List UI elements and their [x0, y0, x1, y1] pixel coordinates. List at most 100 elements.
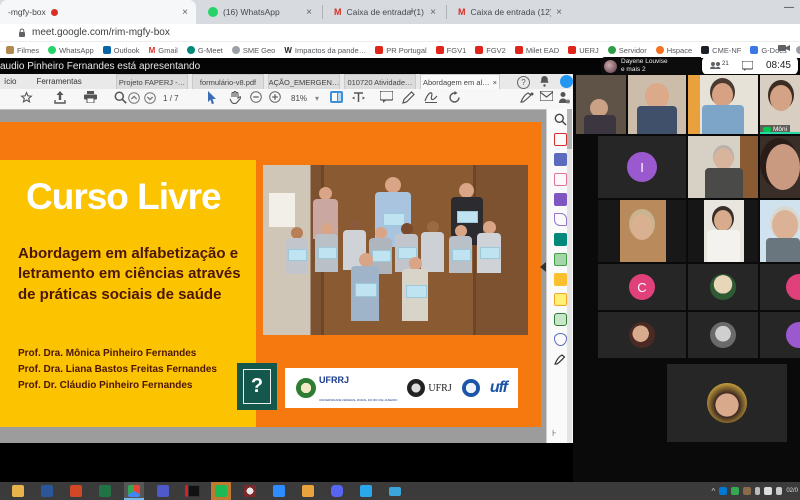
export-pdf-icon[interactable]	[554, 133, 567, 146]
taskbar-excel[interactable]	[95, 482, 115, 500]
participants-names-pill[interactable]: Dayene Louvisee mais 2	[601, 57, 701, 75]
menu-tools[interactable]: Ferramentas	[26, 77, 91, 86]
zoom-level-field[interactable]: 81%	[291, 94, 307, 103]
bookmark-prportugal[interactable]: PR Portugal	[375, 46, 426, 55]
taskbar-mail[interactable]	[385, 482, 405, 500]
search-icon[interactable]	[114, 91, 127, 104]
signature-icon[interactable]	[424, 91, 438, 103]
help-icon[interactable]: ?	[517, 76, 530, 89]
bookmark-outlook[interactable]: Outlook	[103, 46, 140, 55]
doc-tab-projeto[interactable]: Projeto FAPERJ -…	[116, 74, 188, 89]
participant-avatar-tile[interactable]: I	[598, 136, 686, 198]
doc-tab-acao[interactable]: AÇÃO_EMERGEN…	[268, 74, 340, 89]
panel-collapse-handle[interactable]	[540, 262, 546, 272]
browser-tab-gmail-2[interactable]: M Caixa de entrada (12) - marcelo… ×	[450, 0, 570, 24]
tray-app-icon[interactable]	[743, 487, 751, 495]
tray-expand-icon[interactable]: ^	[712, 487, 716, 496]
create-pdf-icon[interactable]	[554, 153, 567, 166]
window-minimize-button[interactable]: —	[782, 2, 796, 16]
participant-video[interactable]	[688, 136, 758, 198]
participant-avatar-tile[interactable]	[688, 264, 758, 310]
taskbar-spotify[interactable]	[211, 482, 231, 500]
doc-tab-close-icon[interactable]: ×	[493, 78, 497, 87]
select-cursor-icon[interactable]	[207, 91, 217, 104]
page-number-field[interactable]: 1 / 7	[163, 94, 179, 103]
taskbar-app-circle[interactable]	[240, 482, 260, 500]
edit-pdf-icon[interactable]	[554, 173, 567, 186]
fill-sign-tool-icon[interactable]	[554, 213, 567, 226]
comment-icon[interactable]	[380, 91, 393, 103]
account-avatar[interactable]	[560, 75, 573, 88]
stamp-tool-icon[interactable]	[554, 293, 567, 306]
search-tool-icon[interactable]	[554, 113, 567, 126]
microphone-icon[interactable]	[755, 487, 760, 495]
tab-close-icon[interactable]: ×	[182, 7, 188, 18]
bookmark-gmail[interactable]: MGmail	[149, 46, 178, 55]
pdf-scrollbar-thumb[interactable]	[567, 109, 572, 149]
participant-video[interactable]	[688, 75, 758, 134]
tab-close-icon[interactable]: ×	[306, 7, 312, 18]
participant-avatar-tile[interactable]	[760, 312, 800, 358]
skype-icon[interactable]	[719, 487, 727, 495]
participant-video[interactable]	[628, 75, 686, 134]
organize-pages-icon[interactable]	[554, 253, 567, 266]
bookmark-covidnf[interactable]: Covid NF	[796, 46, 800, 55]
participant-video[interactable]	[688, 200, 758, 262]
taskbar-netflix[interactable]	[182, 482, 202, 500]
compress-pdf-icon[interactable]	[554, 273, 567, 286]
camera-sharing-icon[interactable]	[778, 44, 790, 52]
taskbar-zoom[interactable]	[269, 482, 289, 500]
taskbar-app-orange[interactable]	[298, 482, 318, 500]
pencil-icon[interactable]	[402, 91, 415, 104]
participant-video[interactable]: Môni	[760, 75, 800, 134]
zoom-in-icon[interactable]	[269, 91, 281, 103]
participant-video[interactable]	[760, 200, 800, 262]
zoom-out-icon[interactable]	[250, 91, 262, 103]
tray-chat-icon[interactable]	[764, 487, 772, 495]
comment-tool-icon[interactable]	[554, 193, 567, 206]
rail-collapse-icon[interactable]: ⊦	[552, 428, 557, 439]
taskbar-word[interactable]	[37, 482, 57, 500]
browser-tab-meet[interactable]: -mgfy-box ×	[0, 0, 196, 24]
taskbar-chrome[interactable]	[124, 482, 144, 500]
participants-button[interactable]: 21	[709, 61, 729, 70]
combine-files-icon[interactable]	[554, 233, 567, 246]
participant-video[interactable]	[598, 200, 686, 262]
participant-avatar-tile[interactable]	[688, 312, 758, 358]
participant-video[interactable]	[760, 136, 800, 198]
bookmark-fgv1[interactable]: FGV1	[436, 46, 467, 55]
pdf-scrollbar[interactable]	[567, 109, 572, 443]
new-tab-button[interactable]: +	[404, 4, 420, 20]
account-settings-icon[interactable]	[558, 91, 570, 104]
participant-avatar-tile[interactable]	[760, 264, 800, 310]
taskbar-explorer[interactable]	[8, 482, 28, 500]
share-icon[interactable]	[54, 91, 66, 104]
bookmark-smegeo[interactable]: SME Geo	[232, 46, 276, 55]
more-tools-icon[interactable]	[554, 353, 567, 365]
doc-tab-formulario[interactable]: formulário-v8.pdf	[192, 74, 264, 89]
menu-home[interactable]: ício	[0, 77, 26, 86]
participant-avatar-tile[interactable]	[598, 312, 686, 358]
favorite-star-icon[interactable]	[20, 91, 33, 104]
zoom-caret-icon[interactable]: ▾	[315, 94, 319, 103]
bookmark-whatsapp[interactable]: WhatsApp	[48, 46, 94, 55]
hand-tool-icon[interactable]	[229, 91, 241, 104]
browser-tab-whatsapp[interactable]: (16) WhatsApp ×	[200, 0, 320, 24]
bookmark-impactos[interactable]: WImpactos da pande…	[284, 46, 366, 55]
chat-icon[interactable]	[742, 61, 753, 71]
print-production-icon[interactable]	[554, 313, 567, 326]
print-icon[interactable]	[84, 91, 97, 103]
bookmark-miletead[interactable]: Milet EAD	[515, 46, 559, 55]
previous-page-icon[interactable]	[128, 92, 140, 104]
participant-avatar-tile[interactable]	[667, 364, 787, 442]
fit-width-icon[interactable]	[352, 91, 365, 104]
speaker-icon[interactable]	[776, 487, 782, 495]
bookmark-servidor[interactable]: Servidor	[608, 46, 647, 55]
rotate-icon[interactable]	[448, 91, 461, 104]
browser-tab-gmail-1[interactable]: M Caixa de entrada (1) - marcelo… ×	[326, 0, 444, 24]
next-page-icon[interactable]	[144, 92, 156, 104]
fill-sign-pen-icon[interactable]	[520, 91, 534, 103]
participant-video[interactable]	[576, 75, 626, 134]
taskbar-telegram[interactable]	[356, 482, 376, 500]
bookmark-filmes[interactable]: Filmes	[6, 46, 39, 55]
